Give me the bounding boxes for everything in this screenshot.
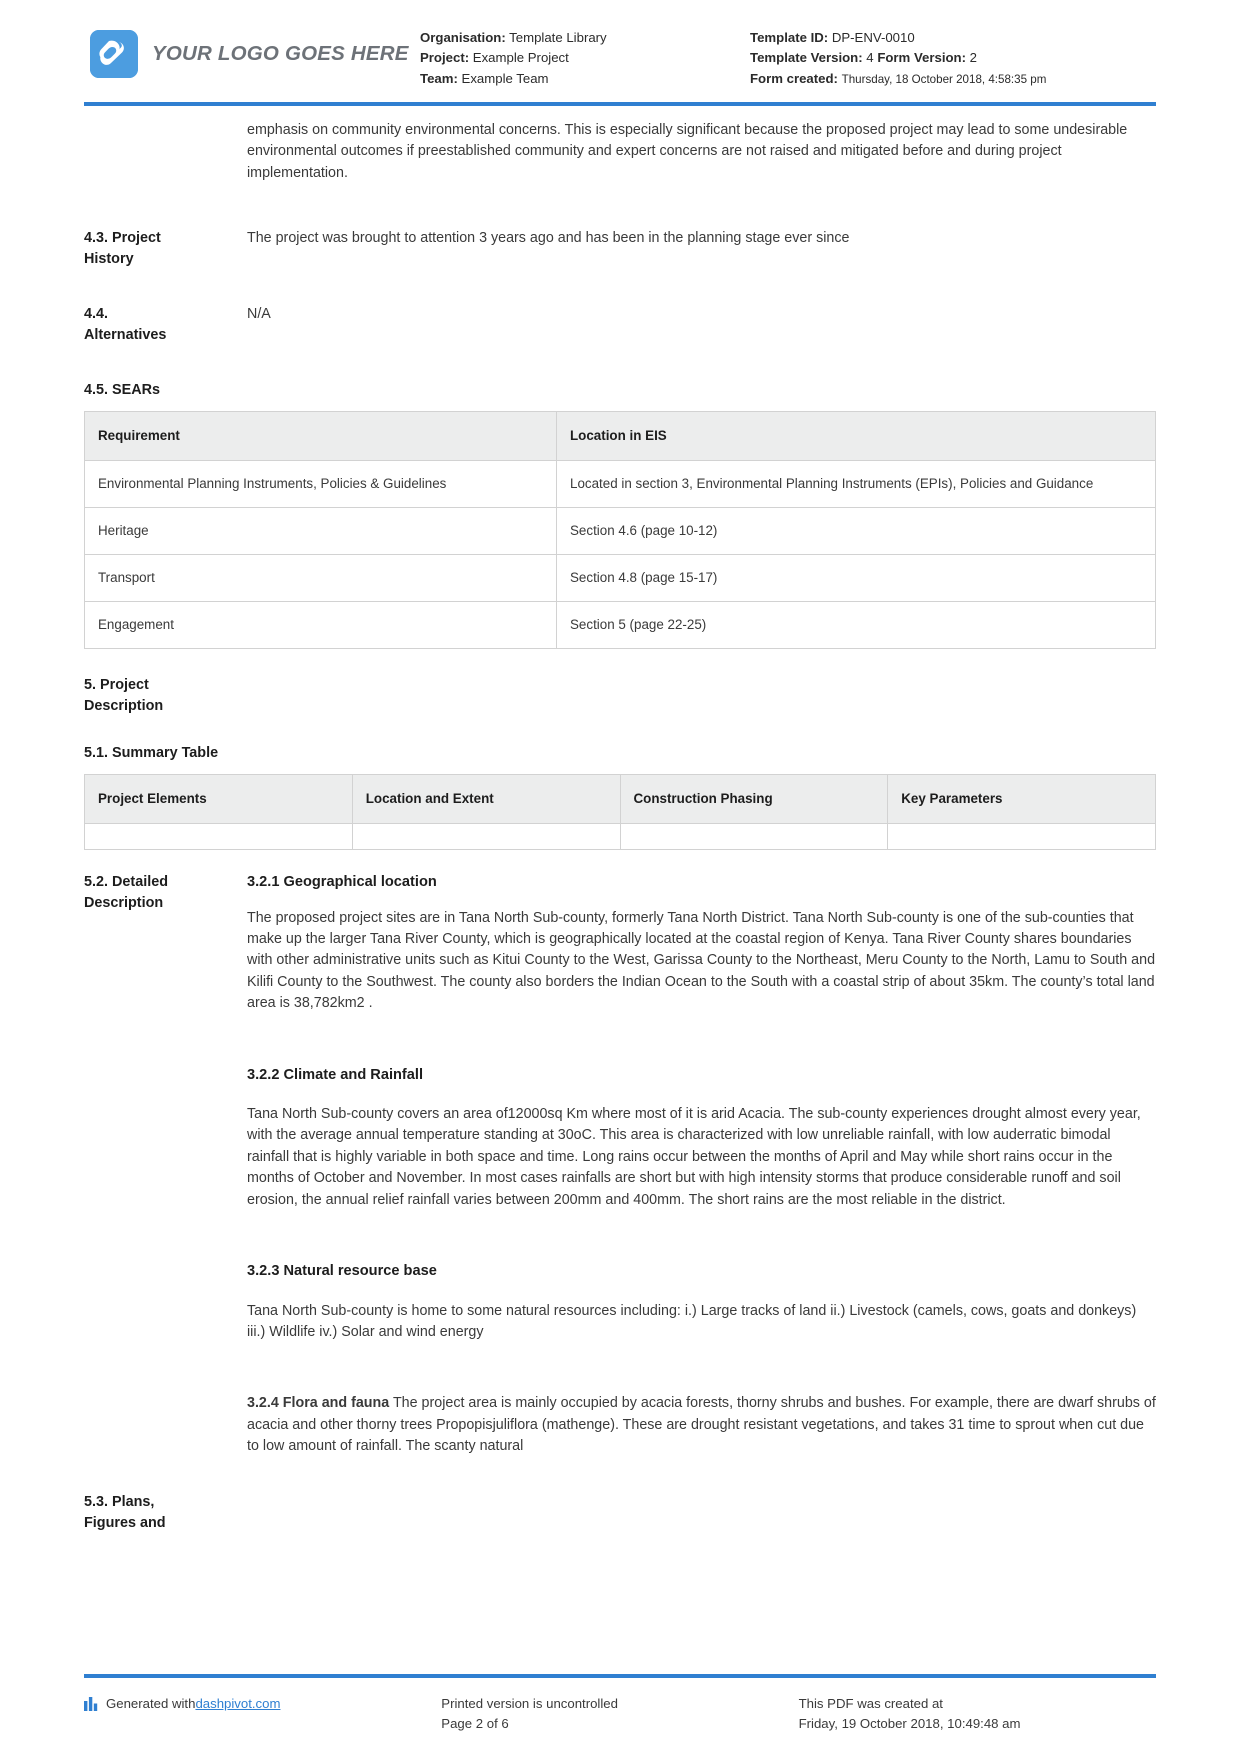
form-created-label: Form created: — [750, 70, 838, 86]
table-cell: Section 4.8 (page 15-17) — [556, 554, 1156, 603]
summary-col-project-elements: Project Elements — [84, 774, 353, 825]
footer-printed-block: Printed version is uncontrolled Page 2 o… — [441, 1694, 798, 1734]
form-version-label: Form Version: — [877, 50, 966, 66]
footer-printed-line1: Printed version is uncontrolled — [441, 1696, 618, 1711]
table-cell: Engagement — [84, 601, 557, 650]
table-header-row: Requirement Location in EIS — [84, 411, 1156, 462]
table-row: Environmental Planning Instruments, Poli… — [84, 460, 1156, 509]
section-4-3-text: The project was brought to attention 3 y… — [247, 230, 850, 247]
page-footer: Generated with dashpivot.com Printed ver… — [84, 1694, 1156, 1734]
footer-created-block: This PDF was created at Friday, 19 Octob… — [799, 1694, 1156, 1734]
section-5-1-heading: 5.1. Summary Table — [84, 745, 219, 762]
table-cell: Transport — [84, 554, 557, 603]
header-meta-right: Template ID: DP-ENV-0010 Template Versio… — [750, 22, 1156, 90]
table-row: Heritage Section 4.6 (page 10-12) — [84, 507, 1156, 556]
document-page: YOUR LOGO GOES HERE Organisation: Templa… — [0, 0, 1240, 1754]
section-4-4: 4.4. Alternatives N/A — [84, 304, 1156, 346]
table-cell — [887, 823, 1156, 851]
section-5-3-label: 5.3. Plans, Figures and — [84, 1493, 166, 1531]
form-version-value: 2 — [969, 50, 977, 66]
section-4-4-label: 4.4. Alternatives — [84, 306, 167, 344]
table-cell — [84, 823, 353, 851]
table-cell — [351, 823, 621, 851]
summary-table: Project Elements Location and Extent Con… — [84, 774, 1156, 851]
table-cell: Section 4.6 (page 10-12) — [556, 507, 1156, 556]
table-cell — [619, 823, 889, 851]
header-divider — [84, 102, 1156, 106]
footer-generated-text: Generated with — [106, 1696, 196, 1711]
team-line: Team: Example Team — [420, 69, 750, 89]
intro-row: emphasis on community environmental conc… — [84, 120, 1156, 184]
block-heading-322: 3.2.2 Climate and Rainfall — [247, 1066, 423, 1083]
block-text-323: Tana North Sub-county is home to some na… — [247, 1302, 1137, 1340]
table-cell: Heritage — [84, 507, 557, 556]
company-logo-icon — [90, 30, 138, 78]
header-meta-left: Organisation: Template Library Project: … — [420, 22, 750, 89]
summary-col-construction-phasing: Construction Phasing — [619, 774, 889, 825]
section-4-5-heading: 4.5. SEARs — [84, 382, 160, 399]
block-324: 3.2.4 Flora and fauna The project area i… — [247, 1393, 1156, 1457]
table-cell: Section 5 (page 22-25) — [556, 601, 1156, 650]
template-id-label: Template ID: — [750, 30, 829, 45]
footer-divider — [84, 1674, 1156, 1678]
template-id-line: Template ID: DP-ENV-0010 — [750, 28, 1156, 48]
block-text-322: Tana North Sub-county covers an area of1… — [247, 1106, 1141, 1208]
organisation-label: Organisation: — [420, 30, 506, 45]
bar-chart-icon — [84, 1697, 99, 1711]
template-id-value: DP-ENV-0010 — [831, 30, 915, 45]
block-text-321: The proposed project sites are in Tana N… — [247, 909, 1156, 1012]
page-header: YOUR LOGO GOES HERE Organisation: Templa… — [0, 0, 1240, 96]
template-version-label: Template Version: — [750, 50, 863, 66]
sears-col-location: Location in EIS — [556, 411, 1156, 462]
form-created-line: Form created: Thursday, 18 October 2018,… — [750, 69, 1156, 90]
sears-table: Requirement Location in EIS Environmenta… — [84, 411, 1156, 650]
block-heading-324: 3.2.4 Flora and fauna — [247, 1395, 390, 1412]
section-5-heading: 5. Project Description — [84, 677, 164, 715]
table-cell: Located in section 3, Environmental Plan… — [556, 460, 1156, 509]
section-5-3: 5.3. Plans, Figures and — [84, 1492, 1156, 1534]
footer-created-line1: This PDF was created at — [798, 1696, 943, 1711]
document-content: emphasis on community environmental conc… — [0, 120, 1240, 1534]
section-5-2-body: 3.2.1 Geographical location The proposed… — [247, 872, 1156, 1457]
table-header-row: Project Elements Location and Extent Con… — [84, 774, 1156, 825]
table-row — [84, 823, 1156, 851]
logo-text: YOUR LOGO GOES HERE — [152, 42, 409, 65]
project-value: Example Project — [472, 50, 569, 66]
summary-col-location-extent: Location and Extent — [351, 774, 621, 825]
table-row: Transport Section 4.8 (page 15-17) — [84, 554, 1156, 603]
project-line: Project: Example Project — [420, 48, 750, 68]
dashpivot-link[interactable]: dashpivot.com — [195, 1694, 280, 1714]
footer-created-timestamp: Friday, 19 October 2018, 10:49:48 am — [798, 1716, 1021, 1731]
template-version-value: 4 — [866, 50, 874, 66]
organisation-value: Template Library — [509, 30, 607, 45]
summary-col-key-parameters: Key Parameters — [887, 774, 1156, 825]
organisation-line: Organisation: Template Library — [420, 28, 750, 48]
footer-generated-block: Generated with dashpivot.com — [84, 1694, 441, 1714]
template-version-line: Template Version: 4 Form Version: 2 — [750, 48, 1156, 68]
section-5-2: 5.2. Detailed Description 3.2.1 Geograph… — [84, 872, 1156, 1457]
form-created-value: Thursday, 18 October 2018, 4:58:35 pm — [841, 72, 1047, 86]
section-4-3-label: 4.3. Project History — [84, 230, 161, 268]
section-4-4-text: N/A — [247, 306, 271, 323]
section-5-2-label: 5.2. Detailed Description — [84, 874, 168, 912]
section-4-3: 4.3. Project History The project was bro… — [84, 228, 1156, 270]
logo-block: YOUR LOGO GOES HERE — [90, 22, 420, 78]
team-label: Team: — [420, 70, 458, 86]
footer-page-number: Page 2 of 6 — [441, 1716, 509, 1731]
table-cell: Environmental Planning Instruments, Poli… — [84, 460, 557, 509]
block-heading-321: 3.2.1 Geographical location — [247, 874, 437, 891]
team-value: Example Team — [461, 70, 549, 86]
sears-col-requirement: Requirement — [84, 411, 557, 462]
project-label: Project: — [420, 50, 470, 66]
intro-paragraph: emphasis on community environmental conc… — [247, 122, 1128, 181]
table-row: Engagement Section 5 (page 22-25) — [84, 601, 1156, 650]
block-heading-323: 3.2.3 Natural resource base — [247, 1263, 437, 1280]
